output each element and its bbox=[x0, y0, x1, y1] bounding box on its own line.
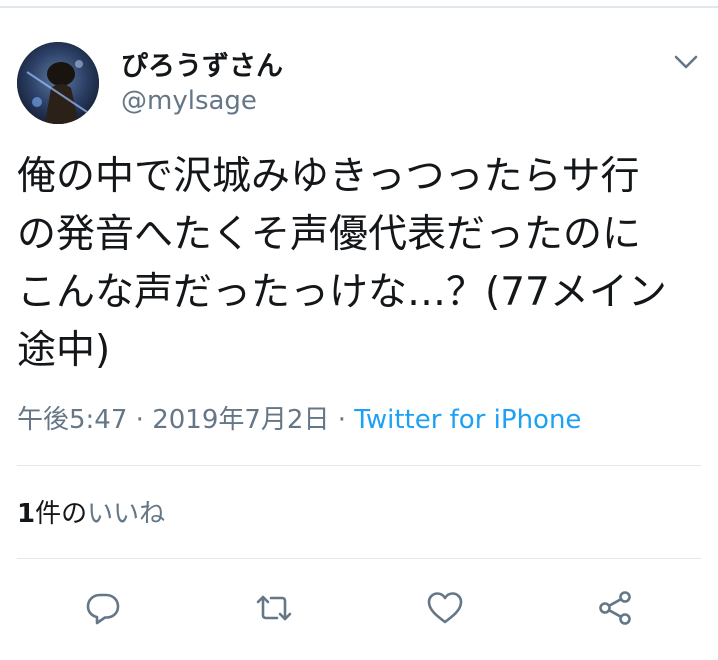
tweet-date: 2019年7月2日 bbox=[152, 405, 330, 435]
avatar-image bbox=[17, 42, 99, 124]
reply-button[interactable] bbox=[83, 588, 123, 628]
chevron-down-icon[interactable] bbox=[672, 51, 700, 73]
meta-separator: · bbox=[337, 405, 346, 435]
divider bbox=[17, 558, 701, 559]
like-button[interactable] bbox=[425, 588, 465, 628]
tweet-meta: 午後5:47 · 2019年7月2日 · Twitter for iPhone bbox=[17, 399, 581, 436]
meta-separator: · bbox=[135, 405, 144, 435]
share-button[interactable] bbox=[596, 588, 636, 628]
reply-icon bbox=[86, 593, 120, 625]
tweet-text: 俺の中で沢城みゆきっつったらサ行 の発音へたくそ声優代表だったのに こんな声だっ… bbox=[17, 154, 667, 373]
share-icon bbox=[599, 591, 631, 625]
like-unit: 件の bbox=[35, 499, 88, 529]
like-stats[interactable]: 1件のいいね bbox=[17, 493, 165, 530]
avatar[interactable] bbox=[17, 42, 99, 124]
user-handle[interactable]: @mylsage bbox=[121, 86, 257, 116]
top-divider bbox=[0, 6, 718, 8]
retweet-icon bbox=[256, 595, 292, 621]
tweet-time: 午後5:47 bbox=[17, 405, 128, 435]
retweet-button[interactable] bbox=[254, 588, 294, 628]
like-label: いいね bbox=[87, 499, 166, 529]
like-icon bbox=[427, 592, 463, 624]
like-count: 1 bbox=[17, 499, 36, 529]
display-name[interactable]: ぴろうずさん bbox=[121, 44, 283, 83]
tweet-source-link[interactable]: Twitter for iPhone bbox=[354, 405, 581, 435]
divider bbox=[17, 465, 701, 466]
